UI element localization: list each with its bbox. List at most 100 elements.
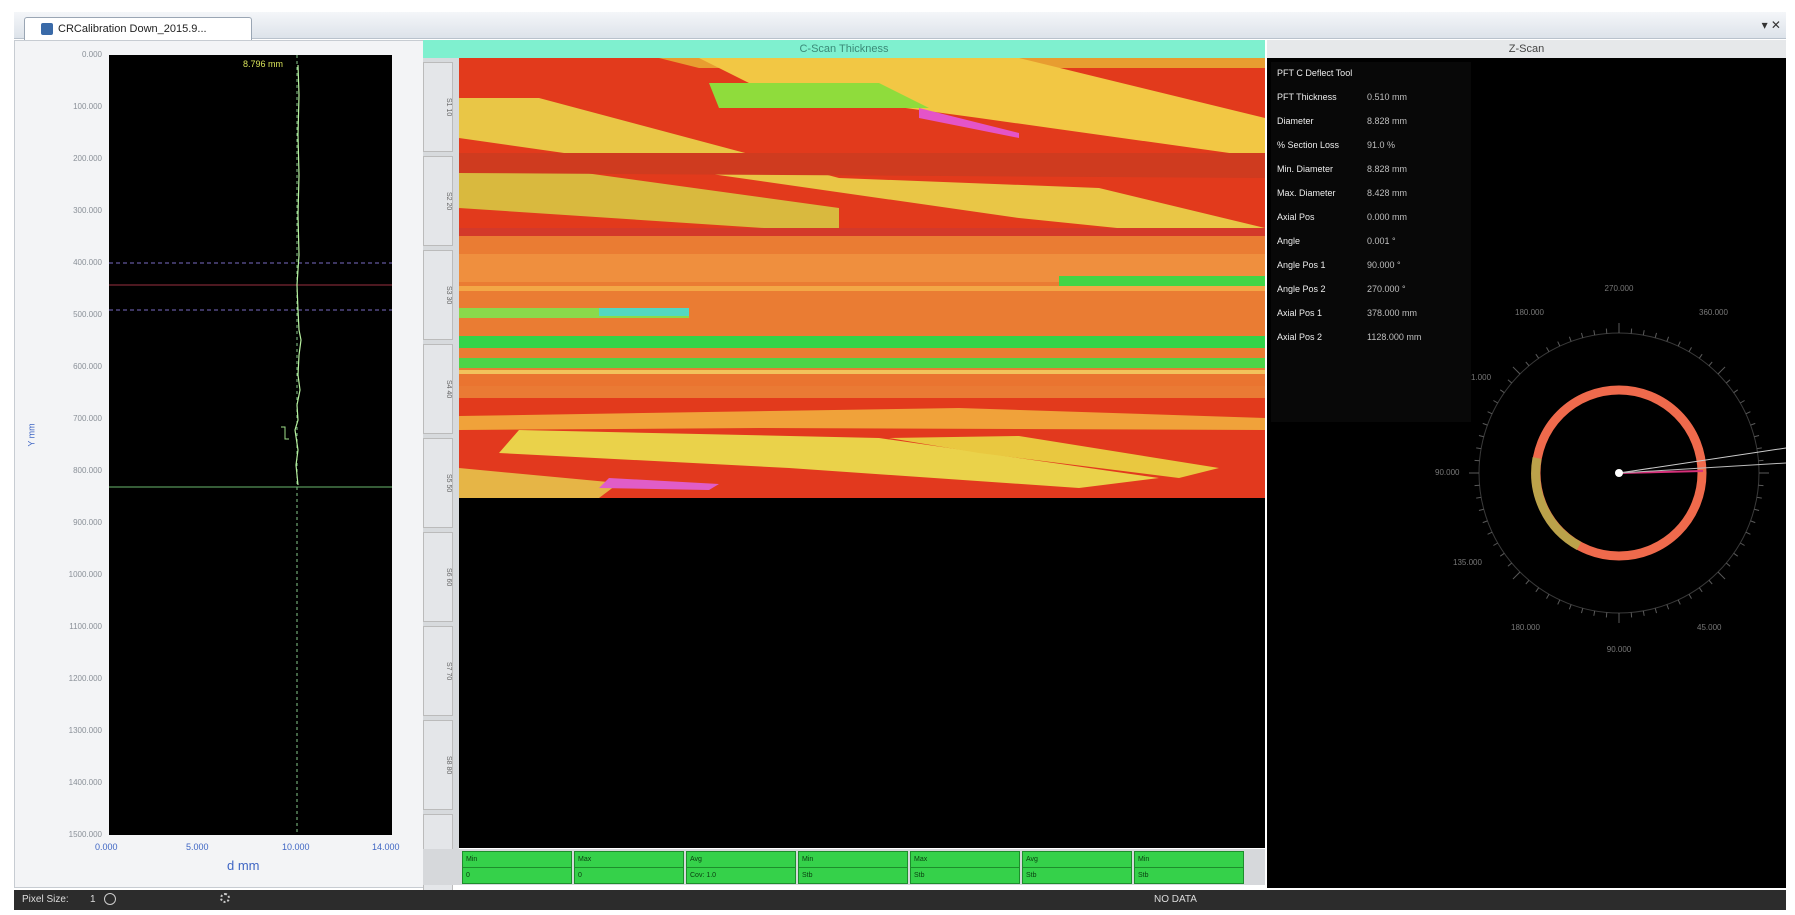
section-label[interactable]: S4 40 xyxy=(423,344,453,434)
status-cell-label: Avg xyxy=(1022,851,1132,868)
y-axis-label: Y mm xyxy=(26,423,37,447)
y-tick-label: 1400.000 xyxy=(68,778,102,787)
polar-tick xyxy=(1512,366,1521,375)
polar-tick xyxy=(1654,608,1658,614)
polar-tick xyxy=(1476,496,1482,499)
cscan-image[interactable] xyxy=(459,58,1265,498)
status-cell-value: Stb xyxy=(798,867,908,884)
polar-tick xyxy=(1512,571,1521,580)
y-tick-label: 400.000 xyxy=(73,258,102,267)
polar-tick xyxy=(1525,361,1530,367)
x-tick-label: 14.000 xyxy=(372,842,400,852)
polar-tick xyxy=(1677,341,1681,347)
polar-tick xyxy=(1546,347,1550,353)
section-label[interactable]: S2 20 xyxy=(423,156,453,246)
document-tab-title: CRCalibration Down_2015.9... xyxy=(58,23,207,35)
polar-tick xyxy=(1750,422,1756,426)
polar-tick xyxy=(1756,447,1762,450)
polar-tick xyxy=(1546,593,1550,599)
section-label[interactable]: S7 70 xyxy=(423,626,453,716)
document-tab[interactable]: CRCalibration Down_2015.9... xyxy=(24,17,252,40)
polar-tick xyxy=(1493,542,1499,546)
pixel-size-label: Pixel Size: xyxy=(22,894,69,905)
polar-tick xyxy=(1745,411,1751,415)
polar-tick xyxy=(1688,347,1692,353)
polar-tick xyxy=(1708,579,1713,585)
y-tick-label: 900.000 xyxy=(73,518,102,527)
center-point xyxy=(1615,469,1623,477)
status-bar: Pixel Size: 1 NO DATA xyxy=(14,890,1786,910)
polar-tick xyxy=(1507,379,1513,384)
polar-tick xyxy=(1642,610,1645,616)
cscan-heatmap xyxy=(459,58,1265,498)
polar-tick xyxy=(1493,400,1499,404)
cscan-empty-area[interactable] xyxy=(459,498,1265,848)
polar-tick xyxy=(1499,552,1505,557)
y-tick-label: 100.000 xyxy=(73,102,102,111)
polar-tick xyxy=(1487,411,1493,415)
polar-label-top-left: 180.000 xyxy=(1515,308,1544,317)
status-cell-value: Stb xyxy=(1134,867,1244,884)
section-label[interactable]: S1 10 xyxy=(423,62,453,152)
status-cell-value: 0 xyxy=(462,867,572,884)
polar-tick xyxy=(1677,599,1681,605)
polar-tick xyxy=(1580,608,1584,614)
y-tick-label: 1000.000 xyxy=(68,570,102,579)
polar-tick xyxy=(1739,542,1745,546)
polar-tick xyxy=(1688,593,1692,599)
polar-tick xyxy=(1487,531,1493,535)
polar-tick xyxy=(1476,447,1482,450)
section-label[interactable]: S3 30 xyxy=(423,250,453,340)
section-label[interactable]: S8 80 xyxy=(423,720,453,810)
status-cell-value: Stb xyxy=(910,867,1020,884)
section-label[interactable]: S5 50 xyxy=(423,438,453,528)
status-cell-label: Avg xyxy=(686,851,796,868)
zscan-panel[interactable]: PFT C Deflect Tool PFT Thickness 0.510 mm D… xyxy=(1267,58,1786,888)
zscan-header: Z-Scan xyxy=(1267,40,1786,58)
status-message: NO DATA xyxy=(1154,894,1197,905)
polar-tick xyxy=(1717,366,1726,375)
y-tick-label: 1300.000 xyxy=(68,726,102,735)
y-tick-label: 600.000 xyxy=(73,362,102,371)
settings-gear-icon[interactable] xyxy=(220,893,230,903)
status-cell-label: Max xyxy=(910,851,1020,868)
status-cell-label: Min xyxy=(1134,851,1244,868)
section-label[interactable]: S6 60 xyxy=(423,532,453,622)
y-tick-label: 200.000 xyxy=(73,154,102,163)
y-tick-label: 0.000 xyxy=(81,50,102,59)
polar-tick xyxy=(1754,434,1760,438)
document-tab-bar xyxy=(14,12,1786,39)
x-tick-label: 0.000 xyxy=(95,842,118,852)
polar-tick xyxy=(1745,531,1751,535)
pixel-size-spinner-icon[interactable] xyxy=(104,893,116,905)
profile-plot[interactable]: 8.796 mm xyxy=(109,55,392,835)
y-tick-label: 300.000 xyxy=(73,206,102,215)
pixel-size-value[interactable]: 1 xyxy=(90,894,96,905)
y-tick-label: 1500.000 xyxy=(68,830,102,839)
status-cell-value: 0 xyxy=(574,867,684,884)
polar-tick xyxy=(1557,341,1561,347)
polar-label-left-mid: 90.000 xyxy=(1435,468,1460,477)
y-tick-label: 700.000 xyxy=(73,414,102,423)
polar-tick xyxy=(1482,422,1488,426)
wall-loss-segment xyxy=(1531,457,1582,550)
polar-label-top: 270.000 xyxy=(1604,284,1634,293)
x-tick-label: 5.000 xyxy=(186,842,209,852)
cscan-header: C-Scan Thickness xyxy=(423,40,1265,58)
polar-tick xyxy=(1654,332,1658,338)
polar-tick xyxy=(1725,379,1731,384)
window-controls[interactable]: ▾ ✕ xyxy=(1762,18,1781,32)
polar-tick xyxy=(1507,562,1513,567)
status-cell-label: Max xyxy=(574,851,684,868)
x-axis-label: d mm xyxy=(227,858,260,873)
polar-tick xyxy=(1478,434,1484,438)
document-icon xyxy=(41,23,53,35)
y-tick-label: 500.000 xyxy=(73,310,102,319)
polar-tick xyxy=(1568,604,1572,610)
polar-plot xyxy=(1469,323,1786,623)
polar-tick xyxy=(1756,496,1762,499)
marker-value-label: 8.796 mm xyxy=(243,59,284,69)
polar-tick xyxy=(1666,336,1670,342)
status-cell-value: Cov: 1.0 xyxy=(686,867,796,884)
polar-label-bottom-left: 135.000 xyxy=(1453,558,1482,567)
